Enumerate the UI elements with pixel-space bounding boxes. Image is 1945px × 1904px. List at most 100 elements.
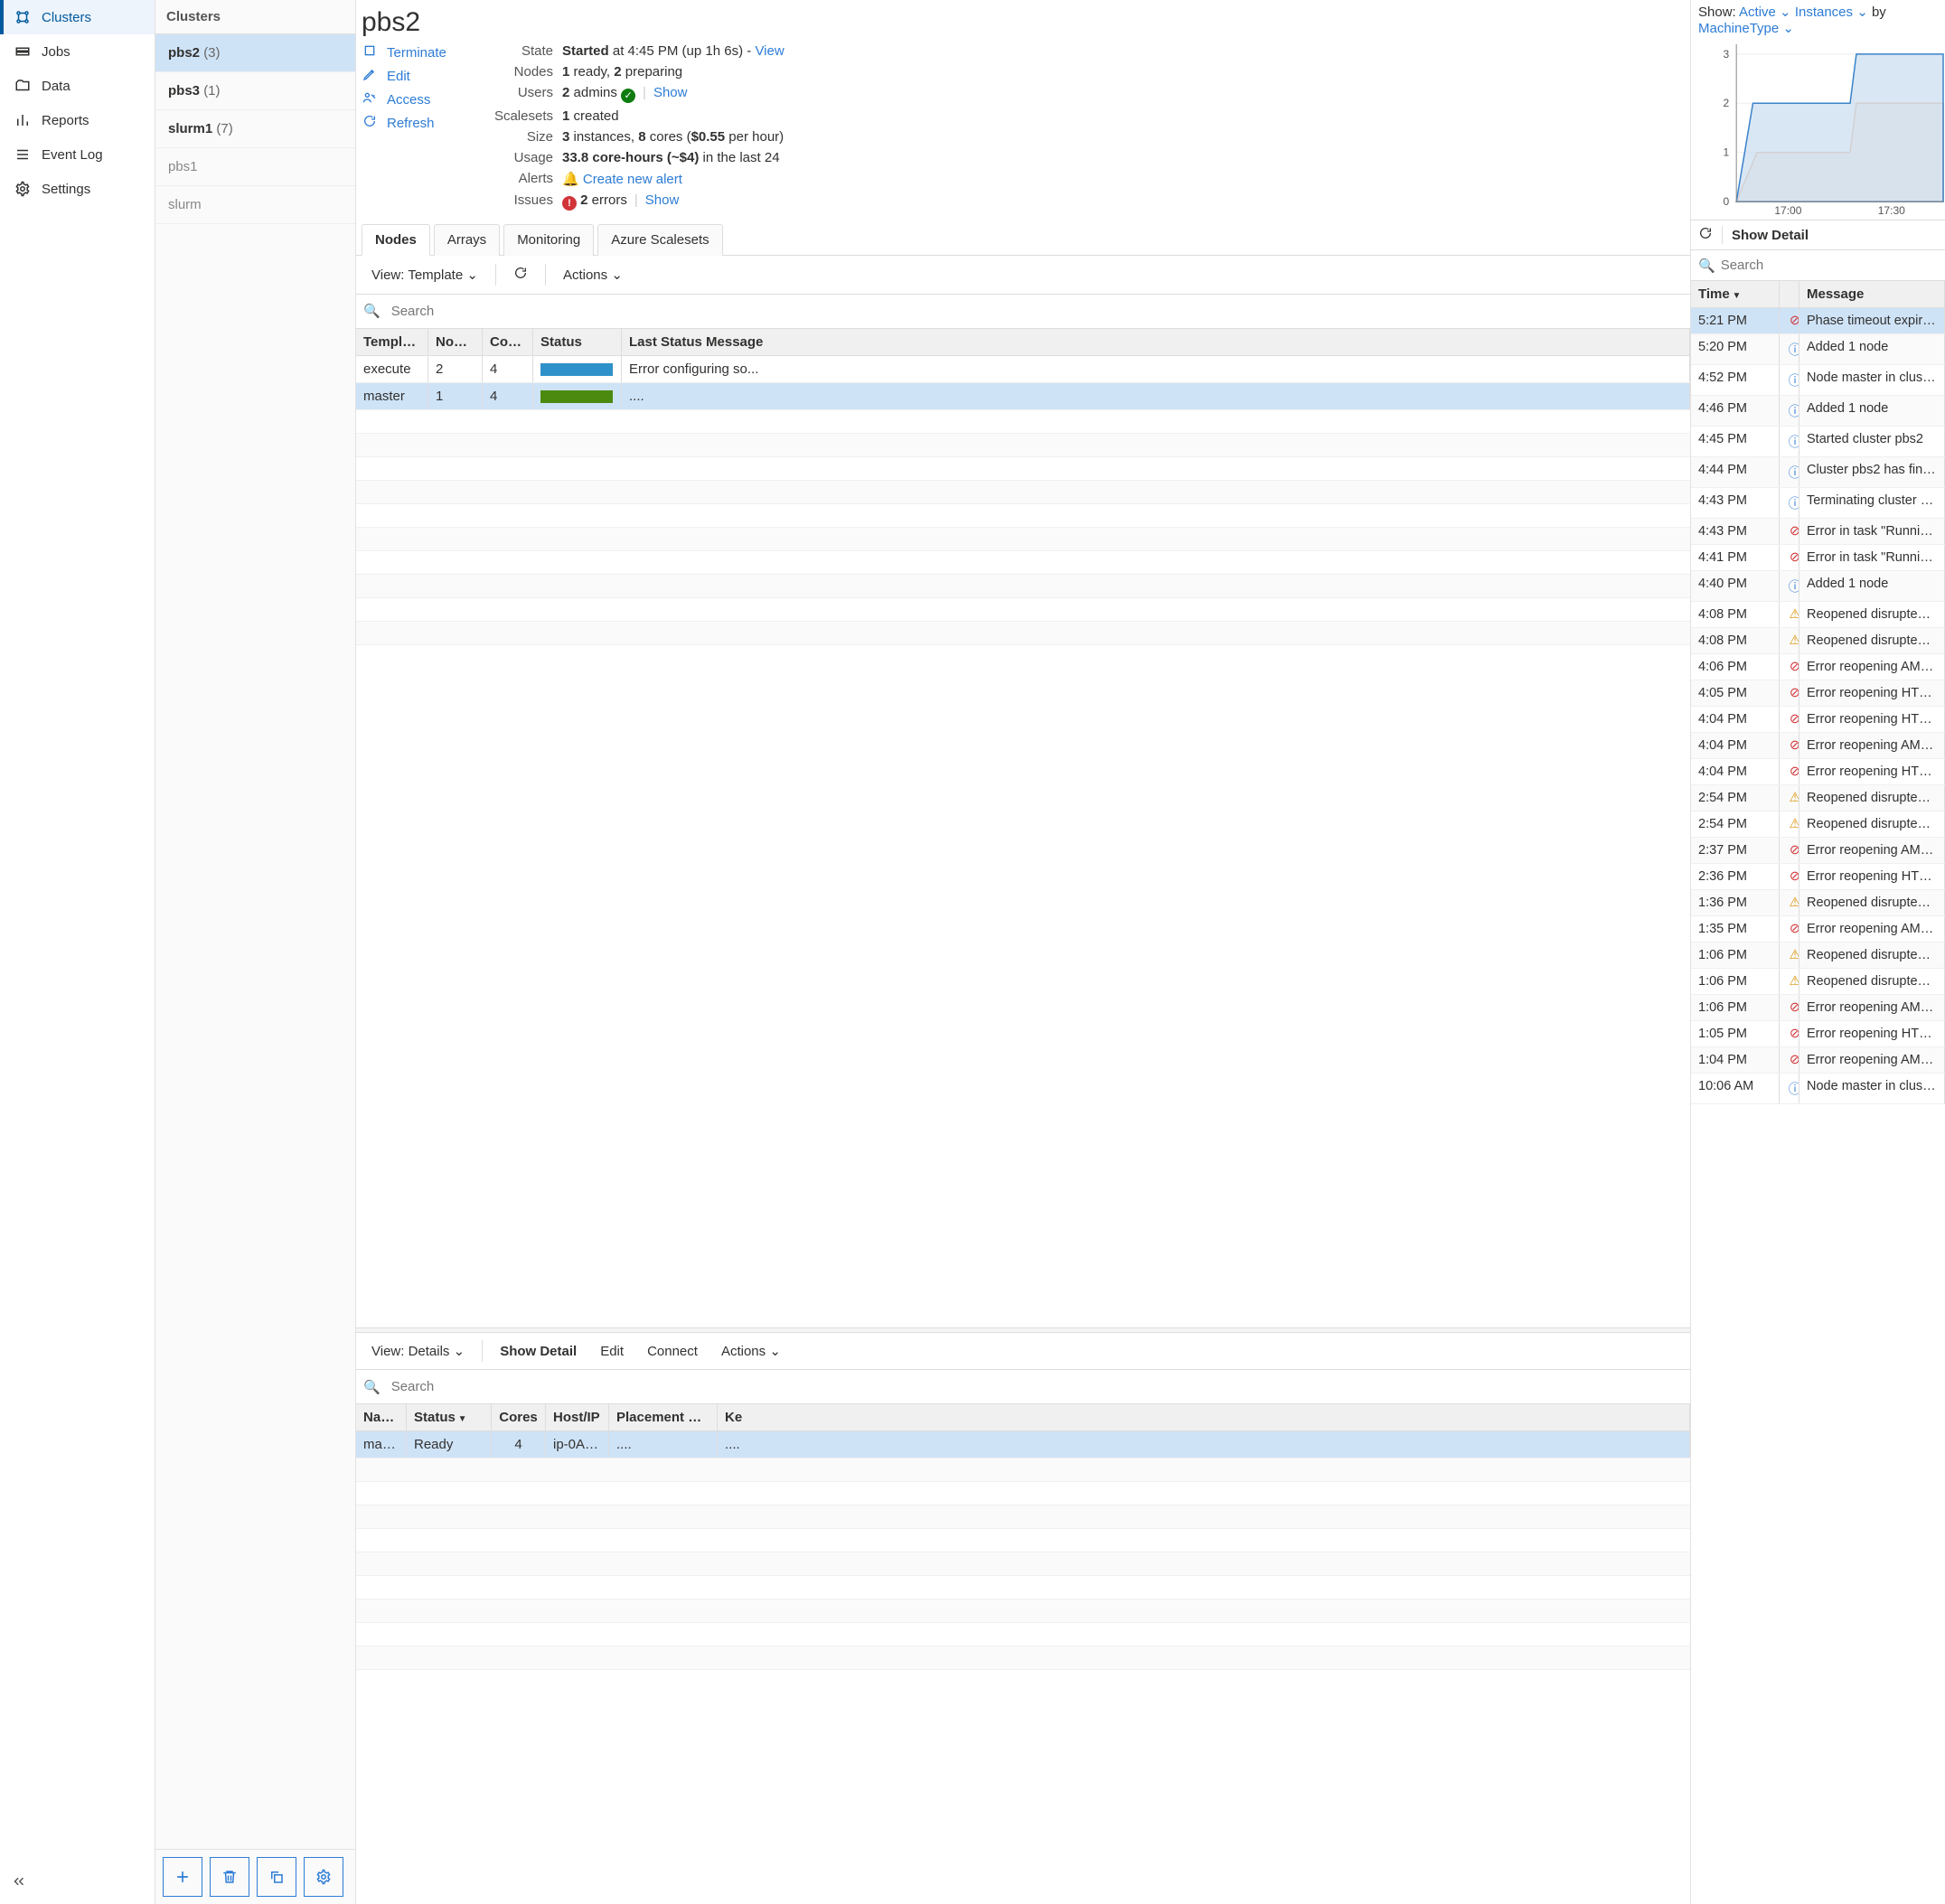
event-row[interactable]: 4:43 PMⓘTerminating cluster pbs2 bbox=[1691, 488, 1945, 519]
event-row[interactable]: 4:44 PMⓘCluster pbs2 has finished t bbox=[1691, 457, 1945, 488]
event-row[interactable]: 4:04 PM⊘Error reopening HTTPS tun bbox=[1691, 759, 1945, 785]
col-message[interactable]: Message bbox=[1799, 281, 1945, 307]
cluster-settings-button[interactable] bbox=[304, 1857, 343, 1897]
show-issues-link[interactable]: Show bbox=[645, 192, 680, 208]
col-host[interactable]: Host/IP bbox=[546, 1404, 609, 1430]
col-pg[interactable]: Placement Group bbox=[609, 1404, 718, 1430]
collapse-nav-button[interactable] bbox=[0, 1862, 155, 1904]
show-group-dropdown[interactable]: Instances ⌄ bbox=[1795, 5, 1868, 20]
event-row[interactable]: 1:05 PM⊘Error reopening HTTPS tun bbox=[1691, 1021, 1945, 1047]
show-detail-events-button[interactable]: Show Detail bbox=[1732, 228, 1809, 243]
machine-type-dropdown[interactable]: MachineType ⌄ bbox=[1698, 21, 1794, 36]
usage-val: 33.8 core-hours (~$4) bbox=[562, 150, 699, 165]
show-detail-button[interactable]: Show Detail bbox=[490, 1337, 587, 1365]
col-time[interactable]: Time bbox=[1691, 281, 1780, 307]
connect-button[interactable]: Connect bbox=[637, 1337, 708, 1365]
create-alert-link[interactable]: Create new alert bbox=[583, 172, 682, 187]
nav-item-clusters[interactable]: Clusters bbox=[0, 0, 155, 34]
nav-item-settings[interactable]: Settings bbox=[0, 172, 155, 206]
event-row[interactable]: 4:04 PM⊘Error reopening AMQP tun bbox=[1691, 733, 1945, 759]
nav-item-reports[interactable]: Reports bbox=[0, 103, 155, 137]
pencil-icon bbox=[362, 67, 378, 85]
event-row[interactable]: 2:37 PM⊘Error reopening AMQP tun bbox=[1691, 838, 1945, 864]
event-row[interactable]: 4:41 PM⊘Error in task "Running phas bbox=[1691, 545, 1945, 571]
event-row[interactable]: 4:40 PMⓘAdded 1 node bbox=[1691, 571, 1945, 602]
detail-actions-dropdown[interactable]: Actions ⌄ bbox=[711, 1337, 791, 1365]
col-last-msg[interactable]: Last Status Message bbox=[622, 329, 1690, 355]
node-detail-row[interactable]: masterReady4ip-0A0........... bbox=[356, 1431, 1690, 1458]
event-row[interactable]: 1:36 PM⚠Reopened disrupted AMQP bbox=[1691, 890, 1945, 916]
cluster-item-pbs2[interactable]: pbs2 (3) bbox=[155, 34, 355, 72]
event-row[interactable]: 1:04 PM⊘Error reopening AMQP tun bbox=[1691, 1047, 1945, 1074]
event-row[interactable]: 10:06 AMⓘNode master in cluster pbs bbox=[1691, 1074, 1945, 1104]
info-icon: ⓘ bbox=[1787, 1079, 1799, 1098]
event-row[interactable]: 4:08 PM⚠Reopened disrupted AMQP bbox=[1691, 628, 1945, 654]
actions-dropdown[interactable]: Actions ⌄ bbox=[553, 260, 633, 289]
svg-text:3: 3 bbox=[1723, 48, 1729, 61]
node-search-input[interactable] bbox=[386, 300, 1683, 323]
show-users-link[interactable]: Show bbox=[653, 85, 688, 100]
events-search-input[interactable] bbox=[1715, 254, 1938, 277]
warning-icon: ⚠ bbox=[1787, 896, 1799, 910]
cluster-item-pbs1[interactable]: pbs1 bbox=[155, 148, 355, 186]
nav-item-data[interactable]: Data bbox=[0, 69, 155, 103]
error-icon: ⊘ bbox=[1787, 764, 1799, 779]
tab-arrays[interactable]: Arrays bbox=[434, 224, 500, 256]
refresh-events-button[interactable] bbox=[1698, 226, 1713, 244]
event-row[interactable]: 5:21 PM⊘Phase timeout expired whi bbox=[1691, 308, 1945, 334]
event-row[interactable]: 4:06 PM⊘Error reopening AMQP tun bbox=[1691, 654, 1945, 680]
detail-search-input[interactable] bbox=[386, 1375, 1683, 1398]
col-name[interactable]: Name bbox=[356, 1404, 407, 1430]
node-template-row[interactable]: master14.... bbox=[356, 383, 1690, 410]
cluster-item-slurm[interactable]: slurm bbox=[155, 186, 355, 224]
col-cores[interactable]: Cores bbox=[483, 329, 533, 355]
delete-cluster-button[interactable] bbox=[210, 1857, 249, 1897]
event-row[interactable]: 4:43 PM⊘Error in task "Running phas bbox=[1691, 519, 1945, 545]
event-row[interactable]: 2:54 PM⚠Reopened disrupted HTTPS bbox=[1691, 811, 1945, 838]
show-filter-dropdown[interactable]: Active ⌄ bbox=[1739, 5, 1791, 20]
event-row[interactable]: 4:05 PM⊘Error reopening HTTPS tun bbox=[1691, 680, 1945, 707]
event-row[interactable]: 2:54 PM⚠Reopened disrupted AMQP bbox=[1691, 785, 1945, 811]
edit-button[interactable]: Edit bbox=[362, 67, 470, 85]
size-rest2: cores ( bbox=[646, 129, 691, 145]
col-status[interactable]: Status bbox=[533, 329, 622, 355]
tab-monitoring[interactable]: Monitoring bbox=[503, 224, 594, 256]
event-row[interactable]: 4:08 PM⚠Reopened disrupted HTTPS bbox=[1691, 602, 1945, 628]
event-row[interactable]: 4:46 PMⓘAdded 1 node bbox=[1691, 396, 1945, 427]
event-row[interactable]: 1:06 PM⚠Reopened disrupted HTTPS bbox=[1691, 943, 1945, 969]
tab-nodes[interactable]: Nodes bbox=[362, 224, 430, 256]
terminate-button[interactable]: Terminate bbox=[362, 43, 470, 61]
data-icon bbox=[14, 78, 31, 94]
detail-edit-button[interactable]: Edit bbox=[590, 1337, 634, 1365]
nav-item-event-log[interactable]: Event Log bbox=[0, 137, 155, 172]
nav-item-jobs[interactable]: Jobs bbox=[0, 34, 155, 69]
refresh-button[interactable]: Refresh bbox=[362, 114, 470, 132]
event-row[interactable]: 1:06 PM⚠Reopened disrupted AMQP bbox=[1691, 969, 1945, 995]
event-row[interactable]: 1:35 PM⊘Error reopening AMQP tun bbox=[1691, 916, 1945, 943]
by-label: by bbox=[1868, 5, 1886, 20]
refresh-grid-button[interactable] bbox=[503, 259, 538, 290]
node-template-row[interactable]: execute24Error configuring so... bbox=[356, 356, 1690, 383]
cluster-item-slurm1[interactable]: slurm1 (7) bbox=[155, 110, 355, 148]
copy-cluster-button[interactable] bbox=[257, 1857, 296, 1897]
view-template-dropdown[interactable]: View: Template ⌄ bbox=[362, 260, 488, 289]
access-button[interactable]: Access bbox=[362, 90, 470, 108]
view-state-link[interactable]: View bbox=[755, 43, 784, 59]
cluster-item-pbs3[interactable]: pbs3 (1) bbox=[155, 72, 355, 110]
view-details-dropdown[interactable]: View: Details ⌄ bbox=[362, 1337, 475, 1365]
event-row[interactable]: 2:36 PM⊘Error reopening HTTPS tun bbox=[1691, 864, 1945, 890]
event-row[interactable]: 4:04 PM⊘Error reopening HTTPS tun bbox=[1691, 707, 1945, 733]
event-row[interactable]: 5:20 PMⓘAdded 1 node bbox=[1691, 334, 1945, 365]
event-row[interactable]: 1:06 PM⊘Error reopening AMQP tun bbox=[1691, 995, 1945, 1021]
event-row[interactable]: 4:52 PMⓘNode master in cluster pbs bbox=[1691, 365, 1945, 396]
svg-text:2: 2 bbox=[1723, 97, 1729, 109]
col-dcores[interactable]: Cores bbox=[492, 1404, 546, 1430]
settings-icon bbox=[14, 181, 31, 197]
event-row[interactable]: 4:45 PMⓘStarted cluster pbs2 bbox=[1691, 427, 1945, 457]
col-kp[interactable]: Ke bbox=[718, 1404, 1690, 1430]
col-dstatus[interactable]: Status bbox=[407, 1404, 492, 1430]
col-template[interactable]: Template bbox=[356, 329, 428, 355]
col-nodes[interactable]: Nodes bbox=[428, 329, 483, 355]
add-cluster-button[interactable] bbox=[163, 1857, 202, 1897]
tab-azure-scalesets[interactable]: Azure Scalesets bbox=[597, 224, 722, 256]
